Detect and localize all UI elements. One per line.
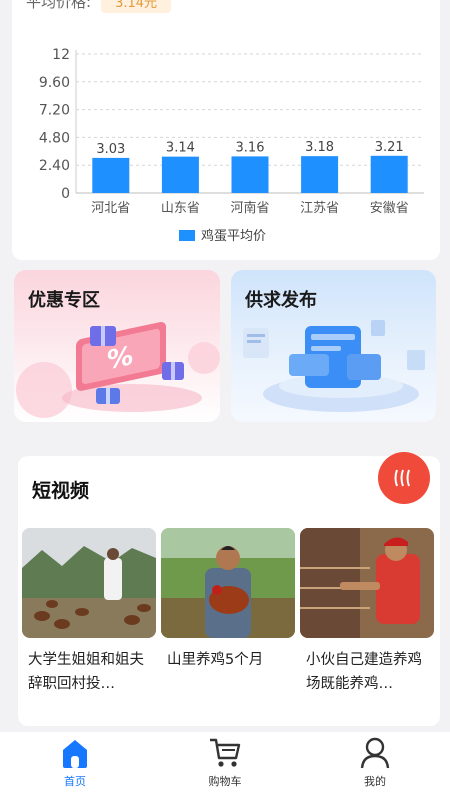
- tab-cart-label: 购物车: [208, 775, 242, 788]
- video-item[interactable]: 大学生姐姐和姐夫辞职回村投…: [22, 528, 156, 696]
- x-tick-label: 江苏省: [300, 200, 339, 216]
- video-item[interactable]: 小伙自己建造养鸡场既能养鸡…: [300, 528, 434, 696]
- video-caption: 大学生姐姐和姐夫辞职回村投…: [28, 652, 144, 692]
- legend-swatch: [179, 230, 195, 241]
- short-video-title: 短视频: [32, 480, 90, 502]
- video-caption: 小伙自己建造养鸡场既能养鸡…: [306, 652, 422, 692]
- tab-home-label: 首页: [64, 775, 86, 788]
- bar: [92, 157, 130, 193]
- video-thumbnail: [300, 528, 434, 638]
- y-tick-label: 2.40: [39, 158, 70, 174]
- y-tick-label: 9.60: [39, 75, 70, 91]
- supply-demand-title: 供求发布: [245, 290, 317, 311]
- y-tick-label: 0: [61, 186, 70, 202]
- video-caption: 山里养鸡5个月: [167, 652, 264, 668]
- data-label: 3.03: [96, 142, 125, 157]
- price-chart-card: 平均价格: 3.14元 0 2.40 4.80 7.20 9.60 12 3.03 河北省 3.…: [12, 0, 440, 260]
- tab-mine[interactable]: 我的: [315, 732, 435, 789]
- short-video-card: 短视频 大学生姐姐和姐夫辞职回村投… 山里养鸡5个月 小伙自己建造养鸡场既能养鸡…: [18, 452, 440, 726]
- bar: [231, 156, 269, 193]
- wave-icon: [394, 469, 410, 487]
- tab-mine-label: 我的: [364, 775, 386, 788]
- y-tick-label: 4.80: [39, 130, 70, 146]
- video-thumbnail: [22, 528, 156, 638]
- legend-label: 鸡蛋平均价: [201, 228, 266, 244]
- video-item[interactable]: 山里养鸡5个月: [161, 528, 295, 696]
- supply-demand-card[interactable]: 供求发布: [231, 270, 436, 422]
- y-tick-label: 12: [52, 47, 70, 63]
- data-label: 3.21: [375, 140, 404, 155]
- discount-zone-title: 优惠专区: [28, 290, 100, 311]
- home-icon: [63, 740, 87, 768]
- x-tick-label: 河北省: [91, 201, 130, 216]
- bar: [161, 156, 199, 193]
- cart-icon: [210, 738, 241, 767]
- discount-zone-card[interactable]: % 优惠专区: [14, 270, 220, 422]
- data-label: 3.16: [236, 140, 265, 155]
- video-more-button[interactable]: [378, 452, 430, 504]
- video-thumbnail: [161, 528, 295, 638]
- svg-text:%: %: [107, 341, 133, 376]
- x-tick-label: 安徽省: [370, 201, 409, 216]
- bottom-tab-bar: 首页 购物车 我的: [0, 732, 450, 800]
- bar: [370, 155, 408, 193]
- tab-home[interactable]: 首页: [15, 732, 135, 789]
- x-tick-label: 河南省: [230, 200, 269, 216]
- x-tick-label: 山东省: [161, 201, 200, 216]
- egg-price-bar-chart: 0 2.40 4.80 7.20 9.60 12 3.03 河北省 3.14 山东省 3.16 河南省…: [39, 47, 424, 244]
- data-label: 3.14: [166, 141, 195, 156]
- y-tick-label: 7.20: [39, 103, 70, 119]
- tab-cart[interactable]: 购物车: [165, 732, 285, 789]
- bar: [301, 156, 339, 193]
- user-icon: [360, 737, 390, 769]
- data-label: 3.18: [305, 140, 334, 155]
